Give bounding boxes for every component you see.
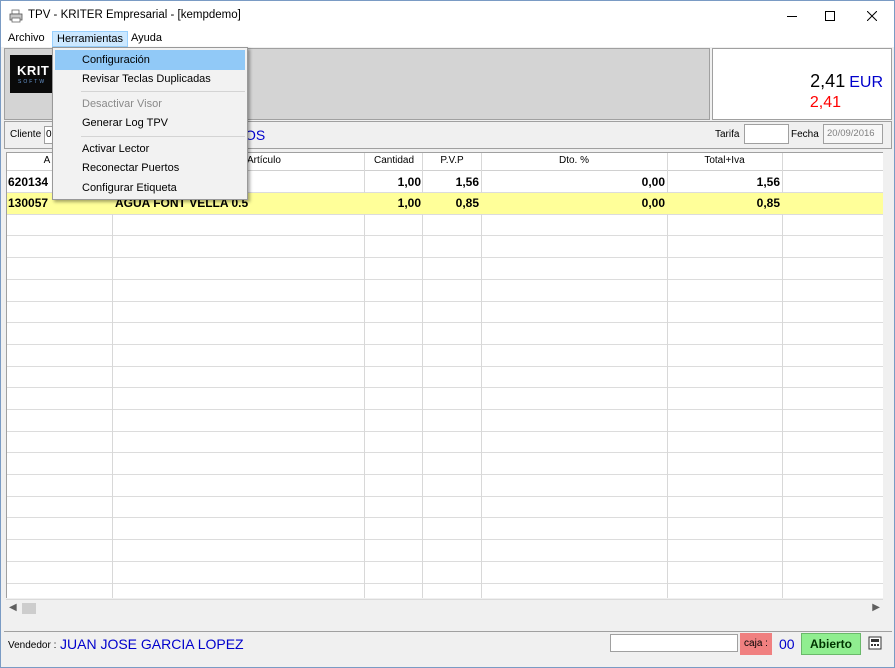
menu-separator (81, 91, 245, 92)
menu-bar: Archivo Herramientas Ayuda (1, 31, 894, 47)
grid-row-line (7, 474, 883, 475)
footer-input[interactable] (610, 634, 738, 652)
grid-row-line (7, 366, 883, 367)
tarifa-field[interactable] (744, 124, 789, 144)
logo-subtext: SOFTW (18, 79, 47, 85)
menu-separator (81, 136, 245, 137)
close-button[interactable] (849, 1, 894, 31)
col-divider (112, 153, 113, 598)
grid-row-line (7, 322, 883, 323)
cell-total: 0,85 (756, 196, 780, 210)
grid-row-line (7, 387, 883, 388)
client-label: Cliente (10, 129, 42, 140)
caja-label: caja : (740, 633, 772, 655)
horizontal-scrollbar[interactable]: ◀ ▶ (6, 599, 883, 616)
col-header-total[interactable]: Total+Iva (667, 155, 782, 166)
close-icon (866, 11, 877, 21)
window-title: TPV - KRITER Empresarial - [kempdemo] (28, 9, 241, 21)
secondary-total: 2,41 (809, 94, 841, 111)
grid-row-line (7, 301, 883, 302)
status-open-button[interactable]: Abierto (801, 633, 861, 655)
fecha-field[interactable]: 20/09/2016 (823, 124, 883, 144)
cell-discount: 0,00 (641, 175, 665, 189)
grid-row-line (7, 279, 883, 280)
scroll-right-icon[interactable]: ▶ (872, 602, 880, 613)
logo-text: KRIT (17, 63, 50, 78)
ticket-lines-grid[interactable]: A Artículo Cantidad P.V.P Dto. % Total+I… (6, 152, 883, 598)
calculator-icon[interactable] (868, 636, 882, 650)
col-divider (782, 153, 783, 598)
cell-quantity: 1,00 (397, 196, 421, 210)
maximize-button[interactable] (807, 1, 852, 31)
grid-row-line (7, 344, 883, 345)
col-divider (422, 153, 423, 598)
fecha-label: Fecha (791, 129, 819, 140)
grid-row-line (7, 235, 883, 236)
pos-window: TPV - KRITER Empresarial - [kempdemo] Ar… (0, 0, 895, 668)
tarifa-label: Tarifa (715, 129, 740, 140)
grid-row-line (7, 539, 883, 540)
cell-code: 130057 (8, 196, 49, 210)
menu-archivo[interactable]: Archivo (4, 31, 49, 47)
currency-label: EUR (849, 74, 883, 91)
status-footer: Vendedor : JUAN JOSE GARCIA LOPEZ caja :… (4, 631, 892, 659)
col-header-pvp[interactable]: P.V.P (423, 155, 481, 166)
cell-discount: 0,00 (641, 196, 665, 210)
grid-row-line (7, 431, 883, 432)
grid-row-line (7, 214, 883, 215)
menu-item-reconectar-puertos[interactable]: Reconectar Puertos (55, 158, 245, 178)
menu-item-activar-lector[interactable]: Activar Lector (55, 139, 245, 159)
menu-item-configurar-etiqueta[interactable]: Configurar Etiqueta (55, 178, 245, 198)
maximize-icon (824, 11, 835, 21)
menu-item-revisar-teclas[interactable]: Revisar Teclas Duplicadas (55, 69, 245, 89)
grid-row-line (7, 496, 883, 497)
caja-number: 00 (779, 636, 795, 652)
cell-quantity: 1,00 (397, 175, 421, 189)
scroll-thumb[interactable] (22, 603, 36, 614)
cell-total: 1,56 (756, 175, 780, 189)
total-display: 2,41 EUR (810, 71, 883, 92)
menu-item-generar-log[interactable]: Generar Log TPV (55, 113, 245, 133)
printer-icon (9, 9, 23, 23)
col-header-quantity[interactable]: Cantidad (365, 155, 423, 166)
cell-pvp: 1,56 (455, 175, 479, 189)
vendor-label: Vendedor : (8, 640, 57, 651)
menu-item-configuracion[interactable]: Configuración (55, 50, 245, 70)
grid-row-line (7, 257, 883, 258)
vertical-scrollbar[interactable] (883, 152, 892, 598)
menu-ayuda[interactable]: Ayuda (127, 31, 166, 47)
col-divider (364, 153, 365, 598)
grid-row-line (7, 583, 883, 584)
vendor-name: JUAN JOSE GARCIA LOPEZ (60, 636, 244, 652)
title-bar: TPV - KRITER Empresarial - [kempdemo] (1, 1, 894, 31)
client-name: OS (245, 127, 266, 143)
herramientas-menu: Configuración Revisar Teclas Duplicadas … (52, 47, 248, 200)
total-amount: 2,41 (810, 71, 846, 91)
col-divider (481, 153, 482, 598)
grid-row-line (7, 452, 883, 453)
menu-herramientas[interactable]: Herramientas (52, 31, 129, 47)
minimize-icon (786, 16, 797, 17)
grid-row-line (7, 517, 883, 518)
col-divider (667, 153, 668, 598)
grid-row-line (7, 409, 883, 410)
totals-panel: 2,41 EUR 2,41 (712, 48, 892, 120)
cell-pvp: 0,85 (455, 196, 479, 210)
scroll-left-icon[interactable]: ◀ (9, 602, 17, 613)
col-header-discount[interactable]: Dto. % (481, 155, 667, 166)
grid-row-line (7, 561, 883, 562)
menu-item-desactivar-visor: Desactivar Visor (82, 98, 162, 110)
cell-code: 620134 (8, 175, 49, 189)
